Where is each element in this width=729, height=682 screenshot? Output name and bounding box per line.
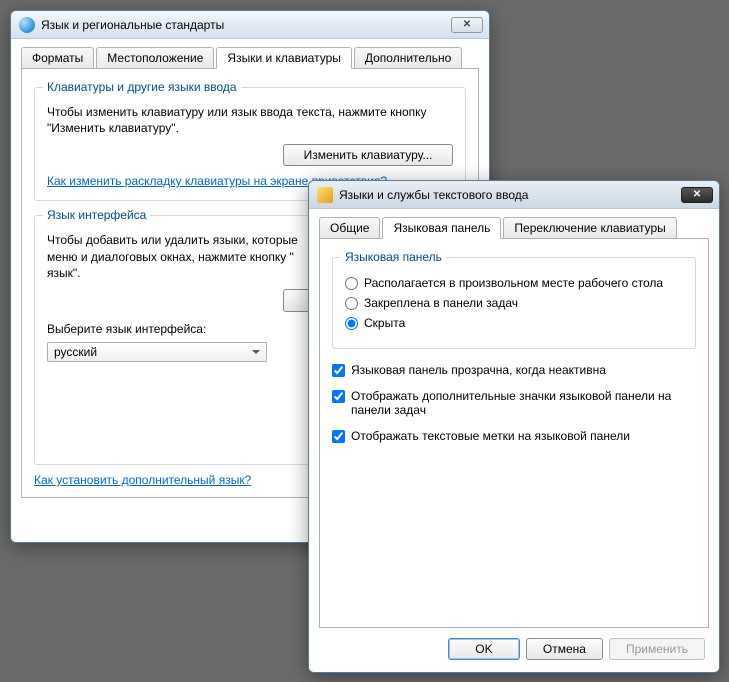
change-keyboard-button[interactable]: Изменить клавиатуру... xyxy=(283,144,453,166)
radio-input[interactable] xyxy=(345,297,358,310)
cancel-button[interactable]: Отмена xyxy=(526,638,603,660)
close-button[interactable]: ✕ xyxy=(451,17,483,33)
display-language-combo[interactable]: русский xyxy=(47,342,267,362)
text-services-window: Языки и службы текстового ввода ✕ Общие … xyxy=(308,180,720,673)
group-desc: Чтобы изменить клавиатуру или язык ввода… xyxy=(47,104,453,136)
check-transparent[interactable]: Языковая панель прозрачна, когда неактив… xyxy=(332,363,696,377)
tab-formats[interactable]: Форматы xyxy=(21,47,94,69)
window-title: Языки и службы текстового ввода xyxy=(339,188,681,202)
radio-docked[interactable]: Закреплена в панели задач xyxy=(345,296,683,310)
radio-floating[interactable]: Располагается в произвольном месте рабоч… xyxy=(345,276,683,290)
language-bar-group: Языковая панель Располагается в произвол… xyxy=(332,257,696,349)
checkbox-input[interactable] xyxy=(332,364,345,377)
check-text-labels[interactable]: Отображать текстовые метки на языковой п… xyxy=(332,429,696,443)
apply-button: Применить xyxy=(609,638,705,660)
globe-icon xyxy=(19,17,35,33)
ok-button[interactable]: OK xyxy=(448,638,520,660)
tabstrip: Форматы Местоположение Языки и клавиатур… xyxy=(21,47,479,69)
radio-input[interactable] xyxy=(345,317,358,330)
tab-keyboard-switching[interactable]: Переключение клавиатуры xyxy=(503,217,676,239)
group-title: Язык интерфейса xyxy=(43,208,150,222)
close-icon: ✕ xyxy=(463,20,471,30)
tabpanel: Языковая панель Располагается в произвол… xyxy=(319,238,709,628)
window-body: Общие Языковая панель Переключение клави… xyxy=(309,209,719,672)
tab-advanced[interactable]: Дополнительно xyxy=(354,47,462,69)
tab-languages-keyboards[interactable]: Языки и клавиатуры xyxy=(216,47,351,69)
tab-general[interactable]: Общие xyxy=(319,217,380,239)
dialog-buttons: OK Отмена Применить xyxy=(319,628,709,664)
group-title: Языковая панель xyxy=(341,250,446,264)
group-title: Клавиатуры и другие языки ввода xyxy=(43,80,241,94)
close-icon: ✕ xyxy=(693,190,701,200)
close-button[interactable]: ✕ xyxy=(681,187,713,203)
keyboard-icon xyxy=(317,187,333,203)
checkbox-input[interactable] xyxy=(332,430,345,443)
check-show-icons[interactable]: Отображать дополнительные значки языково… xyxy=(332,389,696,417)
titlebar[interactable]: Языки и службы текстового ввода ✕ xyxy=(309,181,719,209)
radio-hidden[interactable]: Скрыта xyxy=(345,316,683,330)
titlebar[interactable]: Язык и региональные стандарты ✕ xyxy=(11,11,489,39)
tab-language-bar[interactable]: Языковая панель xyxy=(382,217,501,239)
radio-input[interactable] xyxy=(345,277,358,290)
checkbox-input[interactable] xyxy=(332,390,345,403)
install-additional-link[interactable]: Как установить дополнительный язык? xyxy=(34,473,251,487)
tab-location[interactable]: Местоположение xyxy=(96,47,214,69)
window-title: Язык и региональные стандарты xyxy=(41,18,451,32)
tabstrip: Общие Языковая панель Переключение клави… xyxy=(319,217,709,239)
